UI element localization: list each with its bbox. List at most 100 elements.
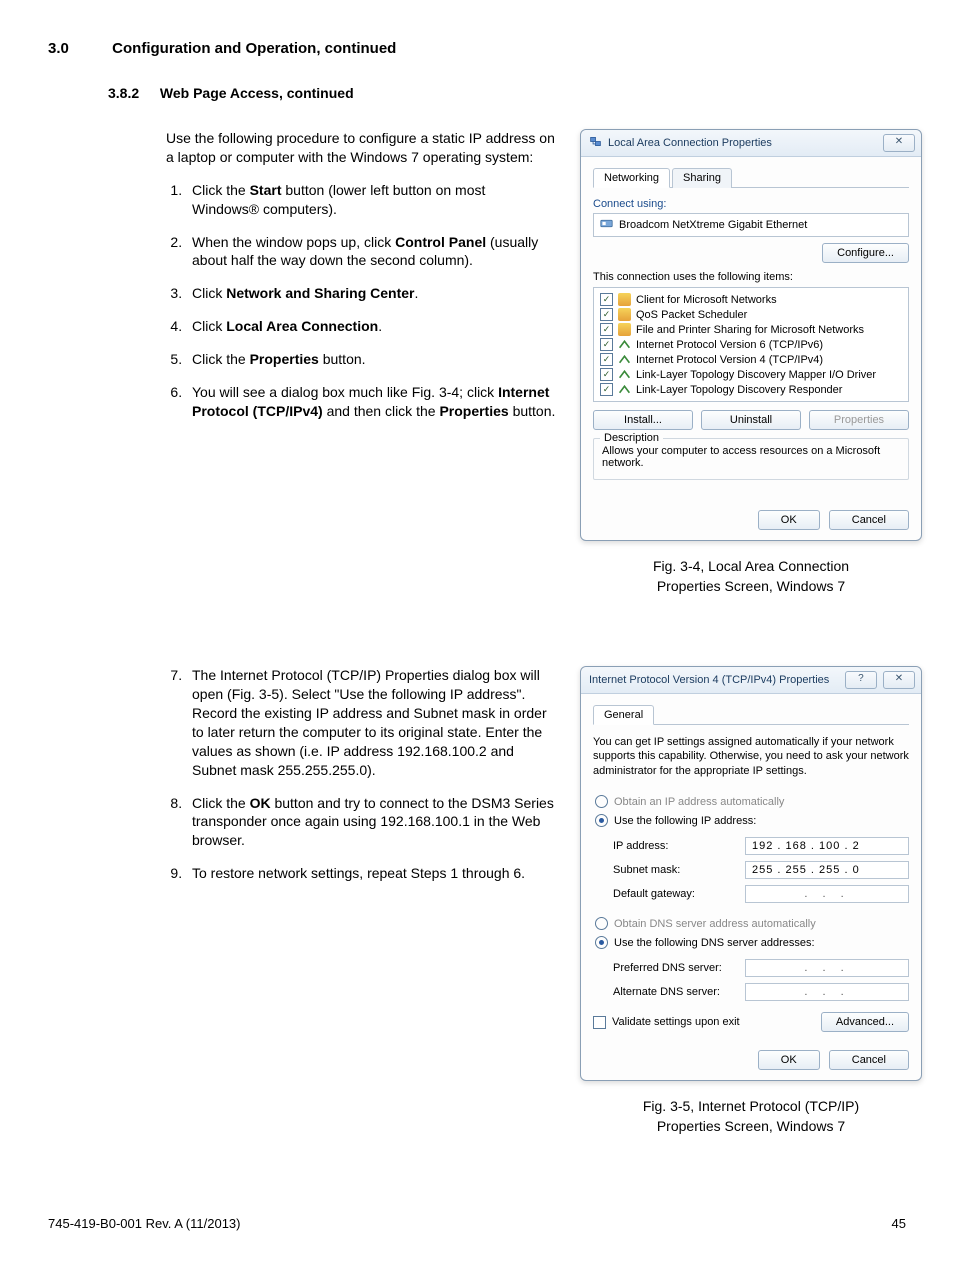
fileprint-icon xyxy=(618,323,631,336)
step-3: Click Network and Sharing Center. xyxy=(186,284,556,303)
dialog-titlebar: Internet Protocol Version 4 (TCP/IPv4) P… xyxy=(581,667,921,694)
dialog-title: Internet Protocol Version 4 (TCP/IPv4) P… xyxy=(589,674,829,686)
list-item[interactable]: ✓Internet Protocol Version 4 (TCP/IPv4) xyxy=(600,352,902,367)
alt-dns-input[interactable]: . . . xyxy=(745,983,909,1001)
description-text: Allows your computer to access resources… xyxy=(602,445,880,469)
section-number: 3.0 xyxy=(48,40,108,57)
step-8: Click the OK button and try to connect t… xyxy=(186,794,556,851)
list-item[interactable]: ✓Link-Layer Topology Discovery Mapper I/… xyxy=(600,367,902,382)
radio-auto-ip[interactable]: Obtain an IP address automatically xyxy=(595,792,909,811)
radio-use-ip[interactable]: Use the following IP address: xyxy=(595,811,909,830)
protocol-icon xyxy=(618,338,631,351)
list-item[interactable]: ✓QoS Packet Scheduler xyxy=(600,307,902,322)
alt-dns-label: Alternate DNS server: xyxy=(613,986,743,998)
instruction-column: Use the following procedure to configure… xyxy=(166,129,556,435)
network-icon xyxy=(589,135,602,151)
checkbox-icon[interactable]: ✓ xyxy=(600,293,613,306)
step-1: Click the Start button (lower left butto… xyxy=(186,181,556,219)
checkbox-icon[interactable]: ✓ xyxy=(600,353,613,366)
radio-icon[interactable] xyxy=(595,936,608,949)
section-heading: 3.0 Configuration and Operation, continu… xyxy=(48,40,906,57)
cancel-button[interactable]: Cancel xyxy=(829,1050,909,1070)
figure-2-caption: Fig. 3-5, Internet Protocol (TCP/IP) Pro… xyxy=(580,1097,922,1136)
ok-button[interactable]: OK xyxy=(758,510,820,530)
protocol-icon xyxy=(618,353,631,366)
qos-icon xyxy=(618,308,631,321)
description-group: Description Allows your computer to acce… xyxy=(593,438,909,480)
configure-button[interactable]: Configure... xyxy=(822,243,909,263)
adapter-field: Broadcom NetXtreme Gigabit Ethernet xyxy=(593,213,909,237)
help-button[interactable]: ? xyxy=(845,671,877,689)
subnet-input[interactable]: 255 . 255 . 255 . 0 xyxy=(745,861,909,879)
intro-paragraph: Use the following procedure to configure… xyxy=(166,129,556,167)
steps-list-2: The Internet Protocol (TCP/IP) Propertie… xyxy=(166,666,556,883)
steps-list-1: Click the Start button (lower left butto… xyxy=(166,181,556,421)
step-7: The Internet Protocol (TCP/IP) Propertie… xyxy=(186,666,556,779)
dialog-tabs: Networking Sharing xyxy=(593,167,909,188)
ok-button[interactable]: OK xyxy=(758,1050,820,1070)
properties-button[interactable]: Properties xyxy=(809,410,909,430)
figure-2-column: Internet Protocol Version 4 (TCP/IPv4) P… xyxy=(580,666,922,1136)
checkbox-icon[interactable]: ✓ xyxy=(600,323,613,336)
adapter-icon xyxy=(600,217,613,233)
tab-general[interactable]: General xyxy=(593,705,654,725)
radio-icon[interactable] xyxy=(595,795,608,808)
lac-properties-dialog: Local Area Connection Properties ✕ Netwo… xyxy=(580,129,922,541)
close-button[interactable]: ✕ xyxy=(883,134,915,152)
step-9: To restore network settings, repeat Step… xyxy=(186,864,556,883)
subnet-label: Subnet mask: xyxy=(613,864,743,876)
ip-address-input[interactable]: 192 . 168 . 100 . 2 xyxy=(745,837,909,855)
advanced-button[interactable]: Advanced... xyxy=(821,1012,909,1032)
dialog-tabs: General xyxy=(593,704,909,725)
protocol-icon xyxy=(618,368,631,381)
checkbox-icon[interactable]: ✓ xyxy=(593,1016,606,1029)
list-item[interactable]: ✓File and Printer Sharing for Microsoft … xyxy=(600,322,902,337)
install-button[interactable]: Install... xyxy=(593,410,693,430)
pref-dns-input[interactable]: . . . xyxy=(745,959,909,977)
subsection-number: 3.8.2 xyxy=(108,85,156,101)
step-2: When the window pops up, click Control P… xyxy=(186,233,556,271)
items-label: This connection uses the following items… xyxy=(593,271,909,283)
validate-checkbox-row[interactable]: ✓ Validate settings upon exit xyxy=(593,1013,740,1032)
dialog-blurb: You can get IP settings assigned automat… xyxy=(593,735,909,778)
gateway-input[interactable]: . . . xyxy=(745,885,909,903)
step-4: Click Local Area Connection. xyxy=(186,317,556,336)
uninstall-button[interactable]: Uninstall xyxy=(701,410,801,430)
gateway-label: Default gateway: xyxy=(613,888,743,900)
cancel-button[interactable]: Cancel xyxy=(829,510,909,530)
section-title: Configuration and Operation, continued xyxy=(112,40,396,57)
footer-revision: 745-419-B0-001 Rev. A (11/2013) xyxy=(48,1216,240,1231)
checkbox-icon[interactable]: ✓ xyxy=(600,338,613,351)
checkbox-icon[interactable]: ✓ xyxy=(600,308,613,321)
footer-page-number: 45 xyxy=(892,1216,906,1231)
step-5: Click the Properties button. xyxy=(186,350,556,369)
subsection-title: Web Page Access, continued xyxy=(160,85,354,101)
list-item[interactable]: ✓Internet Protocol Version 6 (TCP/IPv6) xyxy=(600,337,902,352)
figure-1-caption: Fig. 3-4, Local Area Connection Properti… xyxy=(580,557,922,596)
tab-networking[interactable]: Networking xyxy=(593,168,670,188)
tab-sharing[interactable]: Sharing xyxy=(672,168,732,188)
list-item[interactable]: ✓Client for Microsoft Networks xyxy=(600,292,902,307)
items-listbox[interactable]: ✓Client for Microsoft Networks ✓QoS Pack… xyxy=(593,287,909,402)
description-legend: Description xyxy=(600,432,663,444)
dialog-title: Local Area Connection Properties xyxy=(608,137,772,149)
ip-address-label: IP address: xyxy=(613,840,743,852)
radio-auto-dns: Obtain DNS server address automatically xyxy=(595,914,909,933)
page-footer: 745-419-B0-001 Rev. A (11/2013) 45 xyxy=(48,1216,906,1231)
connect-using-label: Connect using: xyxy=(593,198,909,210)
close-button[interactable]: ✕ xyxy=(883,671,915,689)
instruction-column-2: The Internet Protocol (TCP/IP) Propertie… xyxy=(166,666,556,897)
dialog-titlebar: Local Area Connection Properties ✕ xyxy=(581,130,921,157)
checkbox-icon[interactable]: ✓ xyxy=(600,368,613,381)
radio-icon xyxy=(595,917,608,930)
adapter-name: Broadcom NetXtreme Gigabit Ethernet xyxy=(619,219,807,231)
radio-icon[interactable] xyxy=(595,814,608,827)
subsection-heading: 3.8.2 Web Page Access, continued xyxy=(108,85,906,101)
checkbox-icon[interactable]: ✓ xyxy=(600,383,613,396)
step-6: You will see a dialog box much like Fig.… xyxy=(186,383,556,421)
pref-dns-label: Preferred DNS server: xyxy=(613,962,743,974)
figure-1-column: Local Area Connection Properties ✕ Netwo… xyxy=(580,129,922,596)
radio-use-dns[interactable]: Use the following DNS server addresses: xyxy=(595,933,909,952)
list-item[interactable]: ✓Link-Layer Topology Discovery Responder xyxy=(600,382,902,397)
protocol-icon xyxy=(618,383,631,396)
